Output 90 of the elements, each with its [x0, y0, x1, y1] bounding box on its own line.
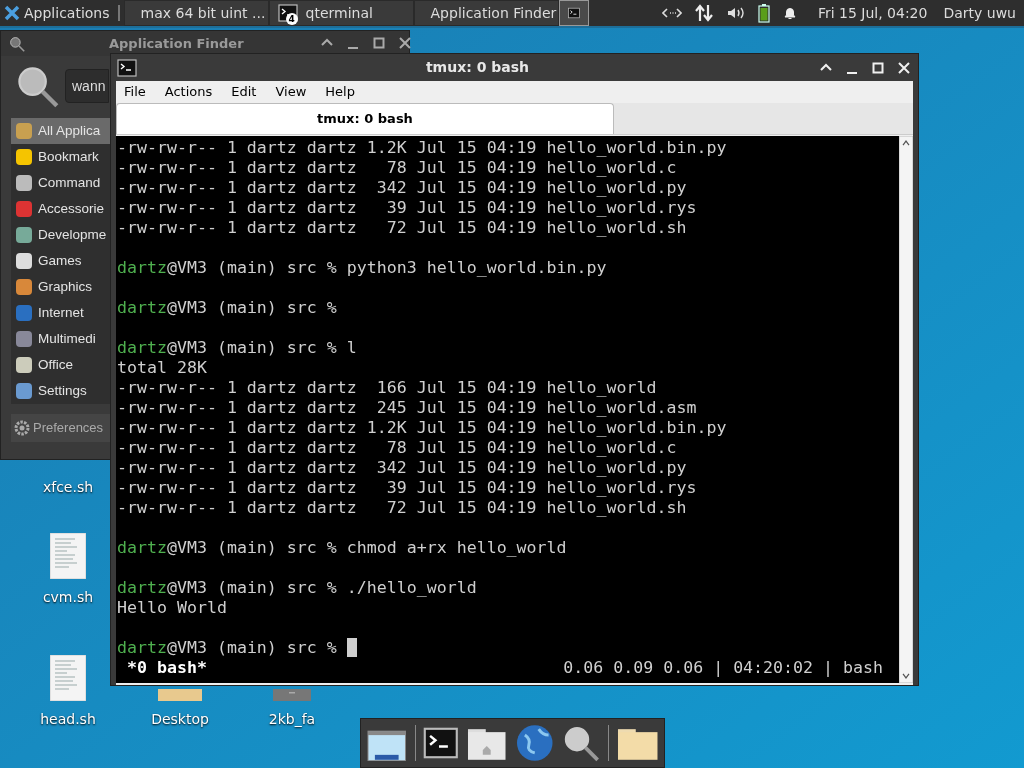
- prompt-line: @VM3 (main) src % l: [166, 338, 357, 358]
- desktop-icon-label[interactable]: head.sh: [40, 709, 96, 730]
- category-item[interactable]: Games: [11, 248, 110, 274]
- desktop-icon-label[interactable]: 2kb_fa: [268, 709, 316, 730]
- prompt-line: @VM3 (main) src %: [166, 298, 337, 318]
- terminal-output-line: -rw-rw-r-- 1 dartz dartz 342 Jul 15 04:19 hello_world.py: [117, 178, 687, 198]
- category-icon: [13, 146, 35, 168]
- category-icon: [13, 276, 35, 298]
- taskbar-button[interactable]: Application Finder: [413, 0, 559, 26]
- app-finder-icon: [9, 35, 25, 52]
- taskbar-button[interactable]: [558, 0, 589, 26]
- up-down-arrows-icon[interactable]: [693, 3, 714, 23]
- tab[interactable]: tmux: 0 bash: [116, 103, 614, 134]
- taskbar-button[interactable]: max 64 bit uint ...: [123, 0, 269, 26]
- category-icon: [13, 198, 35, 220]
- prompt-line: @VM3 (main) src % python3 hello_world.bin.py: [166, 258, 607, 278]
- desktop-icon-label[interactable]: xfce.sh: [42, 477, 94, 498]
- battery-icon[interactable]: [757, 3, 770, 23]
- category-item[interactable]: Settings: [11, 378, 110, 404]
- prompt-user: dartz: [117, 338, 167, 358]
- tmux-status-info: 0.06 0.09 0.06 | 04:20:02 | bash: [563, 658, 883, 678]
- category-item[interactable]: Multimedi: [11, 326, 110, 352]
- terminal-icon: [277, 3, 298, 23]
- home-folder-icon[interactable]: [467, 726, 507, 760]
- category-item[interactable]: Office: [11, 352, 110, 378]
- terminal-output-line: -rw-rw-r-- 1 dartz dartz 72 Jul 15 04:19 hello_world.sh: [117, 218, 687, 238]
- prompt-user: dartz: [117, 578, 167, 598]
- clock[interactable]: Fri 15 Jul, 04:20: [817, 2, 928, 24]
- category-icon: [13, 172, 35, 194]
- category-icon: [13, 354, 35, 376]
- terminal-output-line: -rw-rw-r-- 1 dartz dartz 342 Jul 15 04:19 hello_world.py: [117, 458, 687, 478]
- terminal-output-line: total 28K: [117, 358, 207, 378]
- globe-icon[interactable]: [514, 723, 555, 763]
- search-icon: [15, 64, 59, 108]
- desktop-icon-label[interactable]: Desktop: [151, 709, 209, 730]
- prompt-user: dartz: [117, 298, 167, 318]
- terminal-output-line: -rw-rw-r-- 1 dartz dartz 1.2K Jul 15 04:19 hello_world.bin.py: [117, 418, 727, 438]
- category-icon: [13, 380, 35, 402]
- terminal-output-line: -rw-rw-r-- 1 dartz dartz 39 Jul 15 04:19 hello_world.rys: [117, 478, 697, 498]
- category-item[interactable]: Accessorie: [11, 196, 110, 222]
- category-item[interactable]: Bookmark: [11, 144, 110, 170]
- category-item[interactable]: Internet: [11, 300, 110, 326]
- terminal-output-line: -rw-rw-r-- 1 dartz dartz 166 Jul 15 04:19 hello_world: [117, 378, 657, 398]
- bell-icon[interactable]: [781, 5, 798, 21]
- prompt-user: dartz: [117, 638, 167, 658]
- window-title: tmux: 0 bash: [424, 58, 531, 77]
- terminal-app-icon: [117, 57, 137, 78]
- search-field[interactable]: wann: [65, 69, 109, 103]
- preferences-button[interactable]: Preferences: [11, 414, 110, 442]
- terminal-output-line: -rw-rw-r-- 1 dartz dartz 1.2K Jul 15 04:19 hello_world.bin.py: [117, 138, 727, 158]
- menu-item[interactable]: View: [275, 82, 307, 102]
- category-icon: [13, 250, 35, 272]
- window-title: Application Finder: [109, 34, 244, 53]
- prompt-line: @VM3 (main) src % ./hello_world: [166, 578, 477, 598]
- search-icon: [562, 724, 600, 762]
- close-icon[interactable]: [896, 59, 912, 76]
- prompt-line: @VM3 (main) src %: [166, 638, 337, 658]
- terminal-output-line: Hello World: [117, 598, 227, 618]
- category-item[interactable]: Command: [11, 170, 110, 196]
- menu-item[interactable]: Edit: [231, 82, 257, 102]
- category-icon: [13, 120, 35, 142]
- tmux-window-label: *0 bash*: [127, 658, 207, 678]
- gear-icon: [13, 419, 31, 437]
- folder-icon[interactable]: [616, 726, 658, 760]
- category-icon: [13, 302, 35, 324]
- category-item[interactable]: Developme: [11, 222, 110, 248]
- terminal-output-line: -rw-rw-r-- 1 dartz dartz 72 Jul 15 04:19 hello_world.sh: [117, 498, 687, 518]
- xfce-logo-icon: [4, 5, 20, 21]
- user-name[interactable]: Darty uwu: [943, 2, 1016, 24]
- category-icon: [13, 328, 35, 350]
- terminal-output-line: -rw-rw-r-- 1 dartz dartz 78 Jul 15 04:19 hello_world.c: [117, 158, 677, 178]
- terminal-output-line: -rw-rw-r-- 1 dartz dartz 39 Jul 15 04:19 hello_world.rys: [117, 198, 697, 218]
- category-icon: [13, 224, 35, 246]
- applications-menu[interactable]: Applications: [0, 0, 114, 26]
- menu-item[interactable]: File: [124, 82, 146, 102]
- terminal-output-line: -rw-rw-r-- 1 dartz dartz 78 Jul 15 04:19 hello_world.c: [117, 438, 677, 458]
- terminal-output-line: -rw-rw-r-- 1 dartz dartz 245 Jul 15 04:19 hello_world.asm: [117, 398, 697, 418]
- prompt-line: @VM3 (main) src % chmod a+rx hello_world: [166, 538, 567, 558]
- prompt-user: dartz: [117, 538, 167, 558]
- desktop-icon-label[interactable]: cvm.sh: [42, 587, 94, 608]
- volume-icon[interactable]: [725, 5, 746, 21]
- taskbar-button[interactable]: 4 qterminal: [268, 0, 414, 26]
- menu-item[interactable]: Help: [325, 82, 355, 102]
- category-item[interactable]: All Applica: [11, 118, 110, 144]
- terminal-icon: [423, 725, 460, 761]
- category-item[interactable]: Graphics: [11, 274, 110, 300]
- menu-item[interactable]: Actions: [164, 82, 213, 102]
- prompt-user: dartz: [117, 258, 167, 278]
- maximize-icon[interactable]: [371, 35, 387, 51]
- close-icon[interactable]: [397, 35, 413, 51]
